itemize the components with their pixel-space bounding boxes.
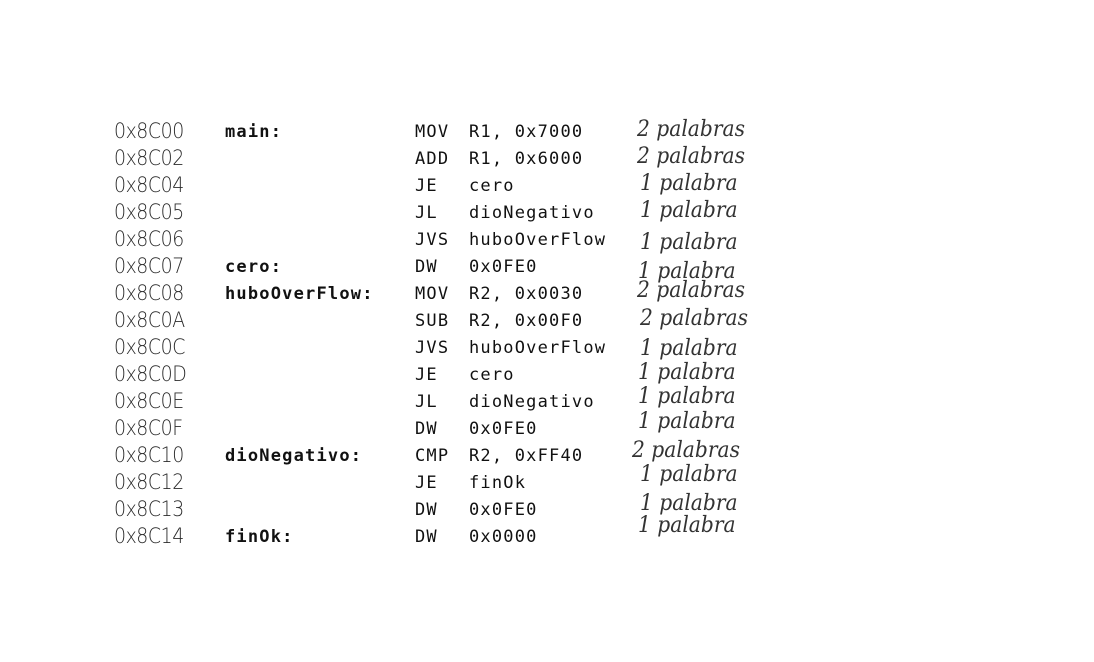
address-annotation: 0x8C05 [114, 200, 184, 224]
instruction-operands: finOk [469, 473, 527, 493]
instruction-operands: R2, 0x00F0 [469, 311, 584, 331]
instruction-mnemonic: SUB [415, 311, 450, 331]
address-annotation: 0x8C0C [114, 335, 185, 359]
listing-row: 0x8C08 huboOverFlow: MOV R2, 0x0030 2 pa… [0, 278, 1094, 309]
address-annotation: 0x8C13 [114, 497, 184, 521]
instruction-mnemonic: JL [415, 392, 438, 412]
address-annotation: 0x8C08 [114, 281, 184, 305]
address-annotation: 0x8C14 [114, 524, 184, 548]
word-count-annotation: 1 palabra [638, 384, 736, 409]
instruction-mnemonic: JVS [415, 338, 450, 358]
instruction-operands: R2, 0x0030 [469, 284, 584, 304]
word-count-annotation: 1 palabra [638, 360, 736, 385]
instruction-mnemonic: MOV [415, 122, 450, 142]
listing-row: 0x8C06 JVS huboOverFlow 1 palabra [0, 227, 1094, 255]
listing-row: 0x8C00 main: MOV R1, 0x7000 2 palabras [0, 117, 1094, 147]
instruction-mnemonic: DW [415, 419, 438, 439]
listing-row: 0x8C0A SUB R2, 0x00F0 2 palabras [0, 306, 1094, 336]
word-count-annotation: 1 palabra [640, 462, 738, 487]
address-annotation: 0x8C0D [114, 362, 187, 386]
listing-row: 0x8C0E JL dioNegativo 1 palabra [0, 384, 1094, 417]
listing-row: 0x8C07 cero: DW 0x0FE0 1 palabra [0, 254, 1094, 284]
instruction-operands: cero [469, 365, 515, 385]
instruction-mnemonic: DW [415, 500, 438, 520]
instruction-mnemonic: JE [415, 176, 438, 196]
instruction-operands: dioNegativo [469, 203, 595, 223]
address-annotation: 0x8C04 [114, 173, 184, 197]
instruction-mnemonic: JE [415, 365, 438, 385]
word-count-annotation: 1 palabra [640, 336, 738, 361]
listing-row: 0x8C0F DW 0x0FE0 1 palabra [0, 409, 1094, 444]
word-count-annotation: 1 palabra [638, 409, 736, 434]
instruction-operands: huboOverFlow [469, 230, 607, 250]
instruction-mnemonic: MOV [415, 284, 450, 304]
instruction-mnemonic: JL [415, 203, 438, 223]
code-label: cero: [225, 257, 283, 277]
listing-row: 0x8C05 JL dioNegativo 1 palabra [0, 198, 1094, 228]
word-count-annotation: 1 palabra [640, 230, 738, 255]
listing-row: 0x8C12 JE finOk 1 palabra [0, 462, 1094, 498]
address-annotation: 0x8C06 [114, 227, 184, 251]
instruction-operands: R1, 0x7000 [469, 122, 584, 142]
word-count-annotation: 1 palabra [640, 198, 738, 223]
code-label: huboOverFlow: [225, 284, 374, 304]
instruction-mnemonic: JE [415, 473, 438, 493]
word-count-annotation: 2 palabras [637, 117, 745, 142]
instruction-operands: R1, 0x6000 [469, 149, 584, 169]
listing-row: 0x8C14 finOk: DW 0x0000 1 palabra [0, 513, 1094, 552]
instruction-operands: cero [469, 176, 515, 196]
word-count-annotation: 1 palabra [640, 171, 738, 196]
instruction-operands: 0x0FE0 [469, 257, 538, 277]
address-annotation: 0x8C10 [114, 443, 184, 467]
instruction-mnemonic: DW [415, 257, 438, 277]
instruction-mnemonic: JVS [415, 230, 450, 250]
code-label: finOk: [225, 527, 294, 547]
address-annotation: 0x8C07 [114, 254, 184, 278]
address-annotation: 0x8C0A [114, 308, 185, 332]
instruction-operands: 0x0000 [469, 527, 538, 547]
address-annotation: 0x8C00 [114, 119, 184, 143]
instruction-operands: huboOverFlow [469, 338, 607, 358]
word-count-annotation: 1 palabra [638, 513, 736, 538]
listing-row: 0x8C10 dioNegativo: CMP R2, 0xFF40 2 pal… [0, 438, 1094, 471]
listing-row: 0x8C0C JVS huboOverFlow 1 palabra [0, 335, 1094, 363]
listing-row: 0x8C0D JE cero 1 palabra [0, 360, 1094, 390]
instruction-mnemonic: DW [415, 527, 438, 547]
word-count-annotation: 2 palabras [632, 438, 740, 463]
address-annotation: 0x8C12 [114, 470, 184, 494]
instruction-operands: 0x0FE0 [469, 500, 538, 520]
code-label: dioNegativo: [225, 446, 363, 466]
address-annotation: 0x8C02 [114, 146, 184, 170]
address-annotation: 0x8C0E [114, 389, 184, 413]
word-count-annotation: 2 palabras [640, 306, 748, 331]
code-label: main: [225, 122, 283, 142]
listing-row: 0x8C04 JE cero 1 palabra [0, 171, 1094, 201]
instruction-operands: 0x0FE0 [469, 419, 538, 439]
listing-row: 0x8C13 DW 0x0FE0 1 palabra [0, 491, 1094, 525]
instruction-operands: R2, 0xFF40 [469, 446, 584, 466]
word-count-annotation: 2 palabras [637, 144, 745, 169]
assembly-listing-page: 0x8C00 main: MOV R1, 0x7000 2 palabras 0… [0, 0, 1094, 662]
instruction-mnemonic: CMP [415, 446, 450, 466]
instruction-operands: dioNegativo [469, 392, 595, 412]
word-count-annotation: 2 palabras [637, 278, 745, 303]
listing-row: 0x8C02 ADD R1, 0x6000 2 palabras [0, 144, 1094, 174]
instruction-mnemonic: ADD [415, 149, 450, 169]
address-annotation: 0x8C0F [114, 416, 183, 440]
